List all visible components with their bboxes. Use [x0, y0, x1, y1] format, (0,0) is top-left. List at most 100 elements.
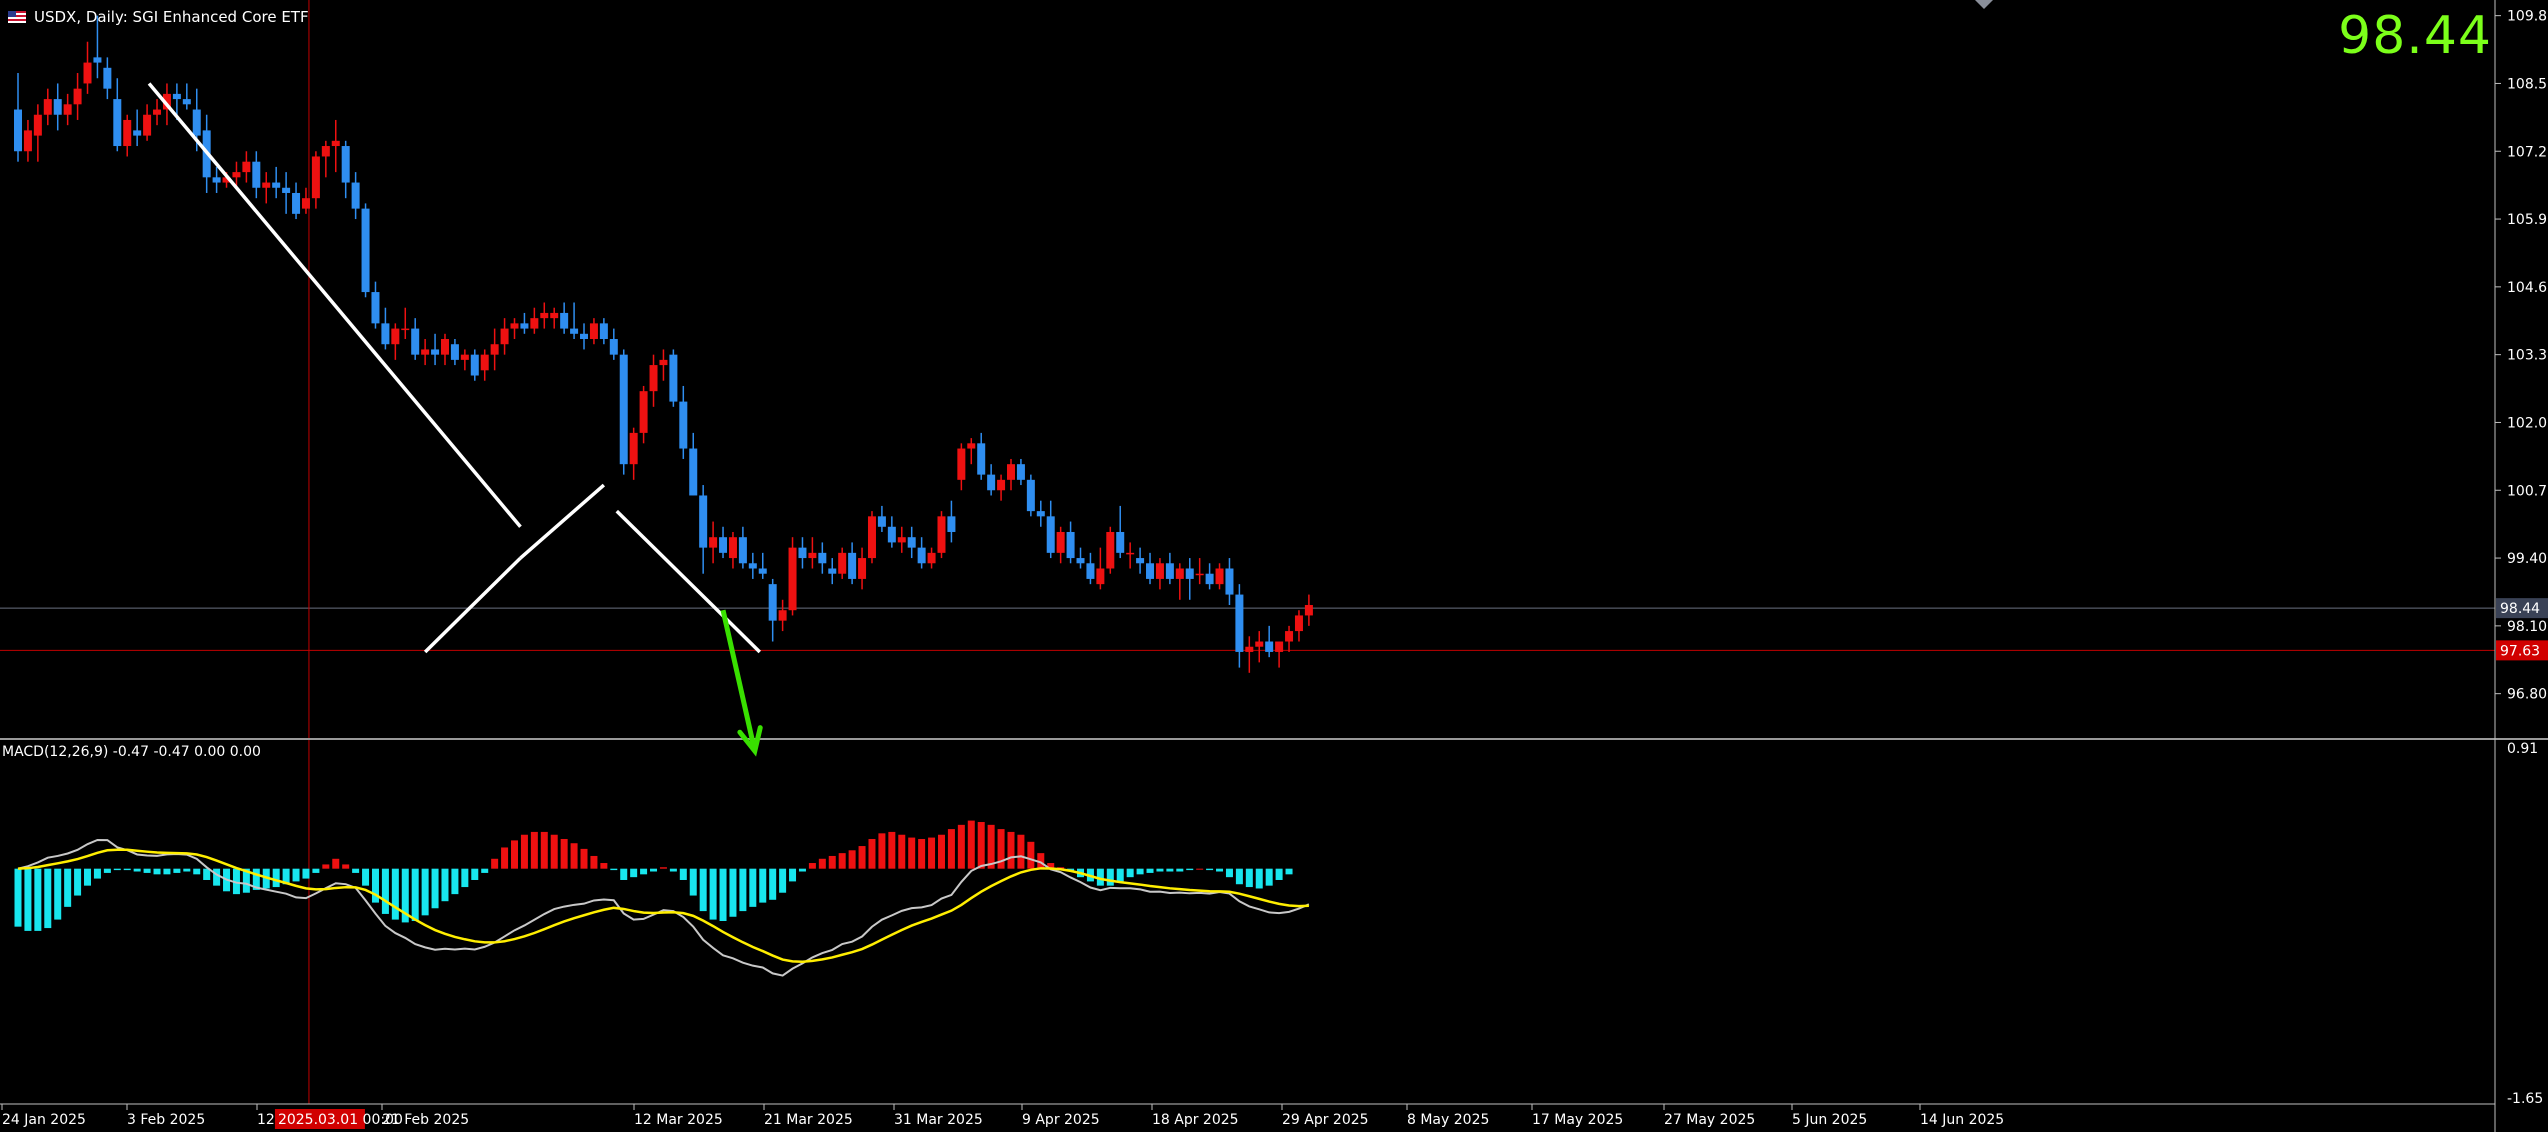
macd-histogram-bar — [580, 848, 588, 869]
macd-histogram-bar — [1166, 868, 1174, 872]
candle — [252, 151, 261, 199]
macd-histogram-bar — [123, 868, 131, 871]
macd-histogram-bar — [381, 868, 389, 914]
macd-histogram-bar — [1027, 841, 1035, 869]
candle — [947, 500, 956, 543]
time-tick-label: 3 Feb 2025 — [127, 1112, 205, 1128]
candle — [143, 104, 152, 141]
candle-body — [1007, 464, 1015, 480]
candle-body — [83, 62, 92, 84]
macd-histogram-bar — [451, 868, 459, 895]
macd-histogram-bar — [292, 868, 300, 882]
candle — [1165, 552, 1174, 585]
candle — [699, 485, 708, 574]
candle — [381, 307, 390, 350]
macd-histogram-bar — [1146, 868, 1154, 873]
candle — [1036, 500, 1045, 527]
price-tick-label: 104.60 — [2507, 280, 2548, 296]
macd-histogram-bar — [93, 868, 101, 879]
trendline — [423, 556, 522, 654]
candle-body — [1096, 568, 1105, 585]
candle — [391, 323, 400, 360]
candle — [639, 385, 648, 444]
candle-body — [589, 323, 598, 340]
macd-histogram-bar — [739, 868, 747, 912]
macd-histogram-bar — [441, 868, 449, 902]
candle — [927, 547, 936, 569]
candle — [867, 511, 876, 564]
candle — [689, 432, 698, 496]
candle — [1195, 558, 1204, 585]
chart-title: USDX, Daily: SGI Enhanced Core ETF — [8, 8, 309, 26]
candle-body — [540, 312, 549, 319]
macd-histogram-bar — [928, 837, 936, 869]
macd-histogram-bar — [759, 868, 767, 903]
candle — [73, 73, 82, 120]
candle-body — [212, 177, 221, 183]
candle — [1126, 542, 1135, 569]
macd-histogram-bar — [818, 858, 826, 869]
candle — [480, 349, 489, 381]
candle — [1146, 552, 1155, 585]
candle-body — [73, 88, 82, 105]
price-tick-label: 98.10 — [2507, 619, 2547, 635]
candle — [818, 542, 827, 574]
chart-dropdown-icon[interactable] — [1975, 0, 1993, 9]
candle — [33, 104, 42, 162]
macd-histogram-bar — [1206, 868, 1214, 871]
candle-body — [927, 552, 936, 564]
macd-histogram-bar — [1235, 868, 1243, 885]
candle-body — [1195, 573, 1204, 576]
macd-histogram-bar — [44, 868, 52, 929]
time-tick-label: 8 May 2025 — [1407, 1112, 1489, 1128]
macd-histogram-bar — [24, 868, 32, 931]
candle — [421, 339, 430, 366]
candle — [550, 307, 559, 329]
candle — [103, 57, 112, 100]
macd-histogram-bar — [540, 831, 548, 869]
time-tick-label: 27 May 2025 — [1664, 1112, 1755, 1128]
candle-body — [609, 339, 618, 355]
candle — [1046, 500, 1055, 559]
candle-body — [997, 479, 1006, 491]
macd-histogram-bar — [828, 855, 836, 869]
candle-body — [659, 359, 668, 366]
price-tick-label: 109.80 — [2507, 9, 2548, 25]
candle-body — [550, 312, 559, 319]
macd-histogram-bar — [798, 868, 806, 872]
candle-body — [242, 161, 251, 173]
candle — [1185, 558, 1194, 600]
candle — [609, 328, 618, 360]
candle — [1275, 641, 1284, 668]
candle — [1155, 558, 1164, 590]
candle-body — [1285, 631, 1294, 642]
macd-histogram-bar — [64, 868, 72, 907]
candle-body — [709, 537, 718, 548]
candle-body — [272, 182, 281, 188]
candle — [897, 526, 906, 553]
candle-body — [371, 292, 380, 324]
candle-body — [560, 312, 569, 329]
macd-histogram-bar — [511, 840, 518, 869]
candle-body — [1146, 563, 1155, 579]
price-chart[interactable]: 109.80 108.50 107.20 105.90 104.60 103.30 102.… — [0, 0, 2548, 1132]
macd-histogram-bar — [947, 829, 955, 869]
time-tick-label: 18 Apr 2025 — [1152, 1112, 1239, 1128]
candle-body — [788, 547, 797, 611]
candle-body — [93, 57, 102, 63]
candle — [460, 349, 469, 371]
candle-body — [500, 328, 509, 345]
candle — [778, 599, 787, 632]
candle-body — [1304, 605, 1313, 616]
candle-body — [232, 172, 241, 178]
candle-body — [570, 328, 579, 334]
macd-histogram-bar — [530, 831, 538, 869]
candle-body — [381, 323, 390, 345]
macd-histogram-bar — [272, 868, 280, 888]
macd-histogram-bar — [302, 868, 310, 879]
candle — [53, 83, 62, 131]
macd-histogram-bar — [977, 822, 985, 869]
macd-histogram-bar — [1176, 868, 1184, 872]
candle-body — [33, 114, 42, 136]
macd-histogram-bar — [868, 838, 876, 869]
